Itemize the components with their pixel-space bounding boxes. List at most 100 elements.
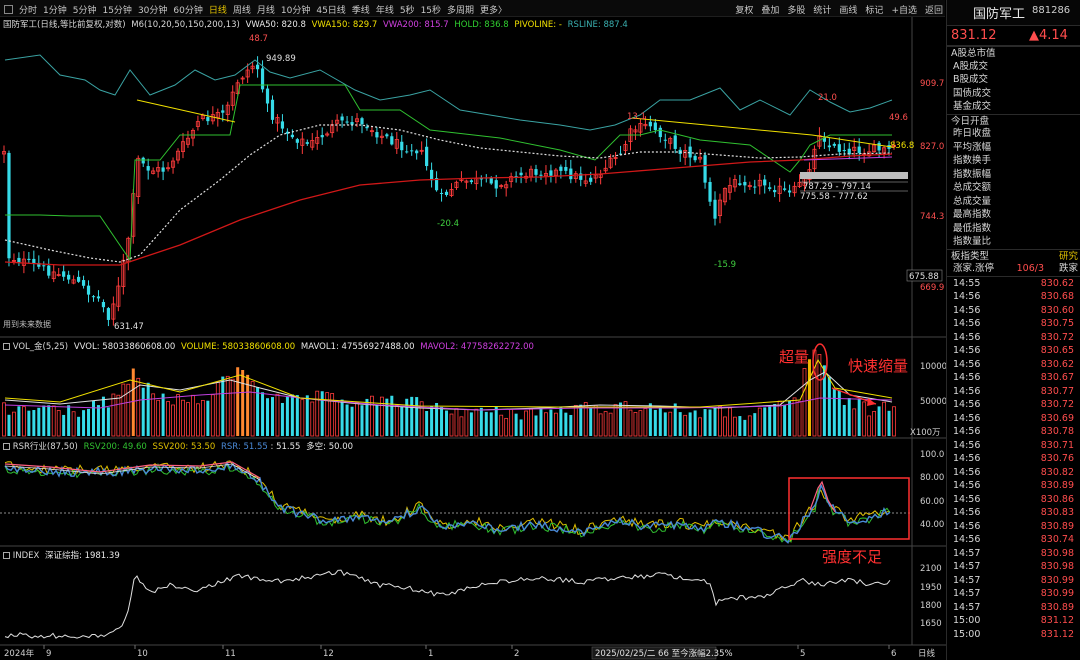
volume-bar	[544, 412, 548, 437]
stats-item-12[interactable]: 最高指数	[947, 208, 1080, 222]
volume-bar	[415, 397, 419, 436]
volume-bar	[559, 406, 563, 436]
volume-bar	[32, 410, 36, 436]
volume-bar	[47, 405, 51, 436]
tick-price: 830.75	[1040, 318, 1074, 329]
stats-item-0[interactable]: A股总市值	[947, 46, 1080, 60]
candle-body	[141, 157, 145, 164]
stats-item-label: 最高指数	[953, 209, 992, 220]
tick-row: 14:56 830.75	[947, 317, 1080, 331]
tick-row: 14:56 830.72	[947, 398, 1080, 412]
candle-body	[76, 276, 81, 282]
candle-body	[425, 146, 429, 167]
xaxis-year: 2024年	[4, 648, 35, 659]
range-label: 775.58 - 777.62	[800, 192, 868, 202]
tick-row: 14:56 830.89	[947, 520, 1080, 534]
tick-time: 14:57	[953, 601, 981, 613]
volume-bar	[783, 404, 787, 436]
stats-item-label: 总成交额	[953, 182, 992, 193]
stats-menu: A股总市值 A股成交 B股成交 国债成交 基金成交 今日开盘 昨日收盘 平均涨幅指数换手指数振…	[947, 46, 1080, 276]
tick-time: 14:56	[953, 493, 981, 505]
tick-row: 14:56 830.74	[947, 533, 1080, 547]
volume-bar	[230, 378, 235, 437]
candle-body	[837, 144, 841, 152]
volume-bar	[37, 407, 41, 436]
candle-body	[365, 126, 369, 129]
volume-bar	[539, 407, 543, 436]
volume-bar	[390, 395, 394, 436]
tick-price: 830.89	[1040, 520, 1074, 532]
mavol2-line	[4, 391, 893, 411]
rsline	[4, 54, 893, 131]
candle-body	[106, 308, 111, 320]
volume-bar	[261, 392, 265, 436]
stats-item-13[interactable]: 最低指数	[947, 222, 1080, 236]
tick-time: 14:56	[953, 466, 981, 478]
stats-item-16[interactable]: 涨家.涨停 106/3 跌家	[947, 262, 1080, 276]
volume-bar	[603, 411, 608, 437]
tick-time: 14:56	[953, 426, 981, 437]
volume-bar	[17, 406, 21, 436]
volume-bar	[708, 409, 712, 436]
tick-price: 830.83	[1040, 507, 1074, 518]
volume-bar	[280, 402, 284, 436]
stats-item-label: 涨家.涨停	[953, 263, 995, 274]
xaxis-month: 10	[137, 649, 148, 659]
stats-item-8[interactable]: 指数换手	[947, 154, 1080, 168]
stats-item-label: 指数换手	[953, 155, 992, 166]
volume-bar	[569, 414, 573, 436]
candle-body	[429, 169, 434, 181]
candle-body	[857, 146, 861, 153]
stats-item-2[interactable]: B股成交	[947, 73, 1080, 87]
volume-bar	[454, 408, 459, 437]
tick-price: 830.71	[1040, 439, 1074, 451]
volume-bar	[519, 419, 523, 436]
stats-item-10[interactable]: 总成交额	[947, 181, 1080, 195]
vol-axis-tick: 50000	[920, 397, 946, 407]
stats-item-4[interactable]: 基金成交	[947, 100, 1080, 114]
tick-time: 14:56	[953, 345, 981, 356]
tick-time: 14:56	[953, 507, 981, 518]
price-axis-tick: 669.9	[920, 283, 944, 293]
tick-price: 830.98	[1040, 561, 1074, 572]
volume-bar	[67, 405, 71, 436]
volume-bar	[340, 399, 344, 436]
stats-item-11[interactable]: 总成交量	[947, 195, 1080, 209]
stats-item-14[interactable]: 指数量比	[947, 235, 1080, 249]
tick-time: 14:56	[953, 291, 981, 302]
stats-item-9[interactable]: 指数振幅	[947, 168, 1080, 182]
volume-bar	[77, 416, 81, 436]
volume-bar	[763, 407, 767, 436]
stats-item-5[interactable]: 今日开盘	[947, 113, 1080, 128]
volume-bar	[807, 359, 811, 436]
sidebar-title: 国防军工 881286	[947, 0, 1080, 26]
stats-item-7[interactable]: 平均涨幅	[947, 141, 1080, 155]
stats-item-label: 平均涨幅	[953, 141, 992, 153]
stats-item-3[interactable]: 国债成交	[947, 87, 1080, 101]
stats-item-1[interactable]: A股成交	[947, 60, 1080, 74]
volume-bar	[106, 407, 110, 436]
volume-bar	[266, 398, 270, 436]
volume-bar	[275, 393, 280, 437]
tick-price: 830.76	[1040, 453, 1074, 464]
rsr-axis-tick: 40.00	[920, 520, 944, 530]
candle-body	[469, 180, 473, 183]
volume-bar	[887, 410, 891, 436]
volume-bar	[718, 405, 722, 437]
volume-bar	[862, 401, 867, 437]
hold-price-label: 836.8	[890, 141, 914, 151]
stats-item-value: 106/3	[1016, 263, 1044, 274]
volume-bar	[633, 412, 638, 437]
tick-price: 830.99	[1040, 588, 1074, 599]
volume-bar	[847, 398, 851, 436]
tick-time: 14:56	[953, 331, 981, 343]
tick-row: 14:56 830.83	[947, 506, 1080, 520]
tick-price: 830.62	[1040, 277, 1074, 289]
volume-bar	[593, 404, 598, 437]
stats-item-15[interactable]: 板指类型 研究	[947, 248, 1080, 263]
candle-body	[96, 296, 101, 299]
stats-item-6[interactable]: 昨日收盘	[947, 127, 1080, 141]
quote-sidebar: 国防军工 881286 831.12 ▲4.14 A股总市值 A股成交 B股成交 国债…	[946, 0, 1080, 660]
tick-row: 14:57 830.98	[947, 547, 1080, 561]
rsr-axis-tick: 80.00	[920, 473, 944, 483]
